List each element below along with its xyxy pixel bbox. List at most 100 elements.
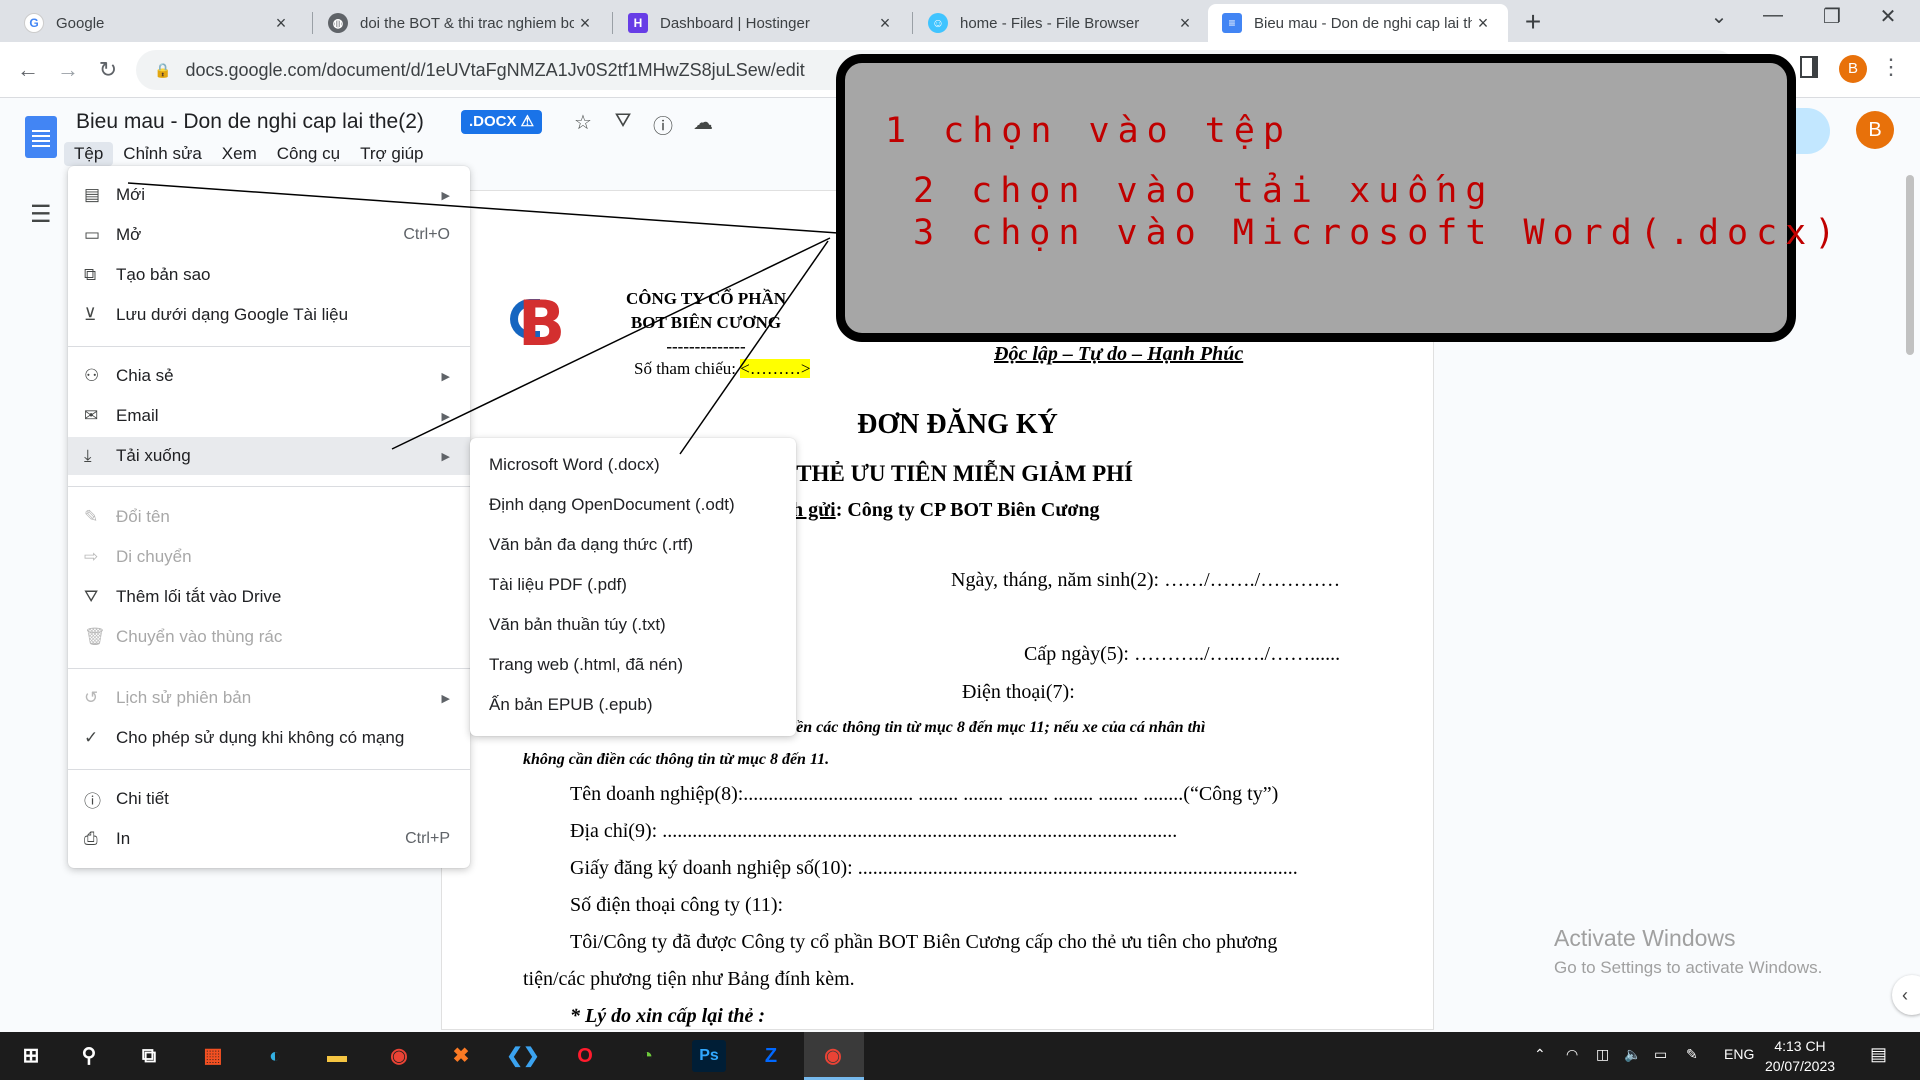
menu-item-details[interactable]: ⓘ Chi tiết bbox=[68, 780, 470, 818]
menu-item-label: Chuyển vào thùng rác bbox=[116, 627, 283, 646]
network-icon[interactable]: ◠ bbox=[1566, 1046, 1578, 1063]
account-avatar[interactable]: B bbox=[1856, 111, 1894, 149]
menu-item-label: Email bbox=[116, 406, 159, 425]
download-txt[interactable]: Văn bản thuần túy (.txt) bbox=[470, 606, 796, 644]
menu-item-label: Thêm lối tắt vào Drive bbox=[116, 587, 282, 606]
download-rtf[interactable]: Văn bản đa dạng thức (.rtf) bbox=[470, 526, 796, 564]
info-icon: ⓘ bbox=[84, 791, 101, 811]
download-html[interactable]: Trang web (.html, đã nén) bbox=[470, 646, 796, 684]
menu-item-share[interactable]: ⚇ Chia sẻ ▶ bbox=[68, 357, 470, 395]
hostinger-icon: H bbox=[628, 13, 648, 33]
search-icon[interactable]: ⚲ bbox=[72, 1040, 106, 1072]
volume-icon[interactable]: 🔈 bbox=[1624, 1046, 1641, 1063]
meet-icon[interactable]: ◫ bbox=[1596, 1046, 1609, 1063]
document-title[interactable]: Bieu mau - Don de nghi cap lai the(2) bbox=[76, 110, 424, 134]
annotation-step-1: 1 chọn vào tệp bbox=[885, 111, 1293, 151]
battery-icon[interactable]: ▭ bbox=[1654, 1046, 1667, 1063]
windows-taskbar: ⊞ ⚲ ⧉ ▦ ◐ ▬ ◉ ✖ ❮❯ O ◔ Ps Z ◉ ⌃ ◠ ◫ 🔈 ▭ … bbox=[0, 1032, 1920, 1080]
menu-item-new[interactable]: ▤ Mới ▶ bbox=[68, 176, 470, 214]
menu-file[interactable]: Tệp bbox=[64, 142, 114, 166]
page-scrollbar[interactable] bbox=[1906, 175, 1914, 355]
menu-divider bbox=[68, 668, 470, 669]
edge-icon[interactable]: ◐ bbox=[258, 1040, 292, 1072]
close-icon[interactable]: × bbox=[1472, 13, 1494, 34]
close-icon[interactable]: × bbox=[270, 13, 292, 34]
pen-icon[interactable]: ✎ bbox=[1686, 1046, 1698, 1063]
chrome-icon[interactable]: ◉ bbox=[382, 1040, 416, 1072]
reload-icon[interactable]: ↻ bbox=[92, 54, 124, 86]
minimize-icon[interactable]: — bbox=[1753, 4, 1793, 27]
menu-item-label: Di chuyển bbox=[116, 547, 192, 566]
window-close-icon[interactable]: ✕ bbox=[1868, 4, 1908, 29]
chrome-menu-icon[interactable]: ⋮ bbox=[1880, 54, 1902, 80]
xampp-icon[interactable]: ✖ bbox=[444, 1040, 478, 1072]
star-icon[interactable]: ☆ bbox=[570, 110, 596, 135]
download-docx[interactable]: Microsoft Word (.docx) bbox=[470, 446, 796, 484]
close-icon[interactable]: × bbox=[874, 13, 896, 34]
trash-icon: 🗑 bbox=[84, 627, 106, 646]
vscode-icon[interactable]: ❮❯ bbox=[506, 1040, 540, 1072]
menu-item-add-shortcut[interactable]: ⛛ Thêm lối tắt vào Drive bbox=[68, 578, 470, 616]
menu-tools[interactable]: Công cụ bbox=[267, 142, 350, 166]
menu-item-save-as-google-docs[interactable]: ⊻ Lưu dưới dạng Google Tài liệu bbox=[68, 296, 470, 334]
language-indicator[interactable]: ENG bbox=[1724, 1046, 1754, 1062]
store-icon[interactable]: ▦ bbox=[196, 1040, 230, 1072]
tray-chevron-icon[interactable]: ⌃ bbox=[1534, 1046, 1546, 1063]
docs-logo-icon[interactable] bbox=[25, 116, 57, 158]
tab-search-icon[interactable]: ⌄ bbox=[1699, 4, 1739, 29]
back-icon[interactable]: ← bbox=[12, 54, 44, 86]
side-panel-icon[interactable] bbox=[1800, 56, 1818, 78]
close-icon[interactable]: × bbox=[1174, 13, 1196, 34]
download-icon: ⤓ bbox=[84, 446, 92, 465]
notifications-icon[interactable]: ▤ bbox=[1870, 1044, 1887, 1065]
move-icon: ⇨ bbox=[84, 547, 99, 566]
menu-view[interactable]: Xem bbox=[212, 142, 267, 166]
menu-item-email[interactable]: ✉ Email ▶ bbox=[68, 397, 470, 435]
zalo-icon[interactable]: Z bbox=[754, 1040, 788, 1072]
opera-icon[interactable]: O bbox=[568, 1040, 602, 1072]
cloud-status-icon[interactable]: ☁ bbox=[690, 110, 716, 135]
menu-item-print[interactable]: ⎙ In Ctrl+P bbox=[68, 820, 470, 858]
menu-help[interactable]: Trợ giúp bbox=[350, 142, 433, 166]
profile-avatar[interactable]: B bbox=[1839, 55, 1867, 83]
tab-file-browser[interactable]: ☺ home - Files - File Browser × bbox=[914, 4, 1210, 42]
photoshop-icon[interactable]: Ps bbox=[692, 1040, 726, 1072]
tab-hostinger[interactable]: H Dashboard | Hostinger × bbox=[614, 4, 910, 42]
tab-bot-quiz[interactable]: ◍ doi the BOT & thi trac nghiem bc × bbox=[314, 4, 610, 42]
document-outline-icon[interactable]: ☰ bbox=[30, 200, 52, 229]
docx-badge[interactable]: .DOCX ⚠ bbox=[461, 110, 543, 134]
lock-icon: 🔒 bbox=[154, 61, 172, 78]
drive-shortcut-icon: ⛛ bbox=[84, 587, 99, 606]
info-icon[interactable]: ⓘ bbox=[650, 110, 676, 139]
share-icon: ⚇ bbox=[84, 366, 100, 385]
menu-item-move: ⇨ Di chuyển bbox=[68, 538, 470, 576]
file-explorer-icon[interactable]: ▬ bbox=[320, 1040, 354, 1072]
paragraph-line-2: tiện/các phương tiện như Bảng đính kèm. bbox=[523, 968, 855, 990]
move-to-drive-icon[interactable]: ⛛ bbox=[610, 110, 636, 133]
tab-title: Dashboard | Hostinger bbox=[660, 14, 810, 32]
coccoc-icon[interactable]: ◔ bbox=[630, 1040, 664, 1072]
chrome-profile-icon[interactable]: ◉ bbox=[816, 1040, 850, 1072]
menu-item-make-copy[interactable]: ⧉ Tạo bản sao bbox=[68, 256, 470, 294]
form-title: ĐƠN ĐĂNG KÝ bbox=[857, 409, 1058, 440]
tab-bieu-mau[interactable]: ≡ Bieu mau - Don de nghi cap lai th × bbox=[1208, 4, 1508, 42]
download-odt[interactable]: Định dạng OpenDocument (.odt) bbox=[470, 486, 796, 524]
task-view-icon[interactable]: ⧉ bbox=[132, 1040, 166, 1072]
forward-icon[interactable]: → bbox=[52, 54, 84, 86]
menu-item-download[interactable]: ⤓ Tải xuống ▶ bbox=[68, 437, 470, 475]
taskbar-clock[interactable]: 4:13 CH 20/07/2023 bbox=[1760, 1036, 1840, 1076]
tab-divider bbox=[612, 12, 613, 34]
menu-item-offline[interactable]: ✓ Cho phép sử dụng khi không có mạng bbox=[68, 719, 470, 757]
docs-menubar: Tệp Chỉnh sửa Xem Công cụ Trợ giúp bbox=[64, 142, 434, 166]
chevron-left-icon[interactable]: ‹ bbox=[1892, 975, 1920, 1015]
download-pdf[interactable]: Tài liệu PDF (.pdf) bbox=[470, 566, 796, 604]
download-epub[interactable]: Ấn bản EPUB (.epub) bbox=[470, 686, 796, 724]
menu-item-open[interactable]: ▭ Mở Ctrl+O bbox=[68, 216, 470, 254]
menu-item-label: In bbox=[116, 829, 131, 848]
menu-edit[interactable]: Chỉnh sửa bbox=[113, 142, 211, 166]
windows-start-icon[interactable]: ⊞ bbox=[14, 1040, 48, 1072]
maximize-icon[interactable]: ❐ bbox=[1812, 4, 1852, 29]
new-tab-button[interactable]: + bbox=[1518, 6, 1548, 38]
tab-google[interactable]: G Google × bbox=[10, 4, 306, 42]
close-icon[interactable]: × bbox=[574, 13, 596, 34]
